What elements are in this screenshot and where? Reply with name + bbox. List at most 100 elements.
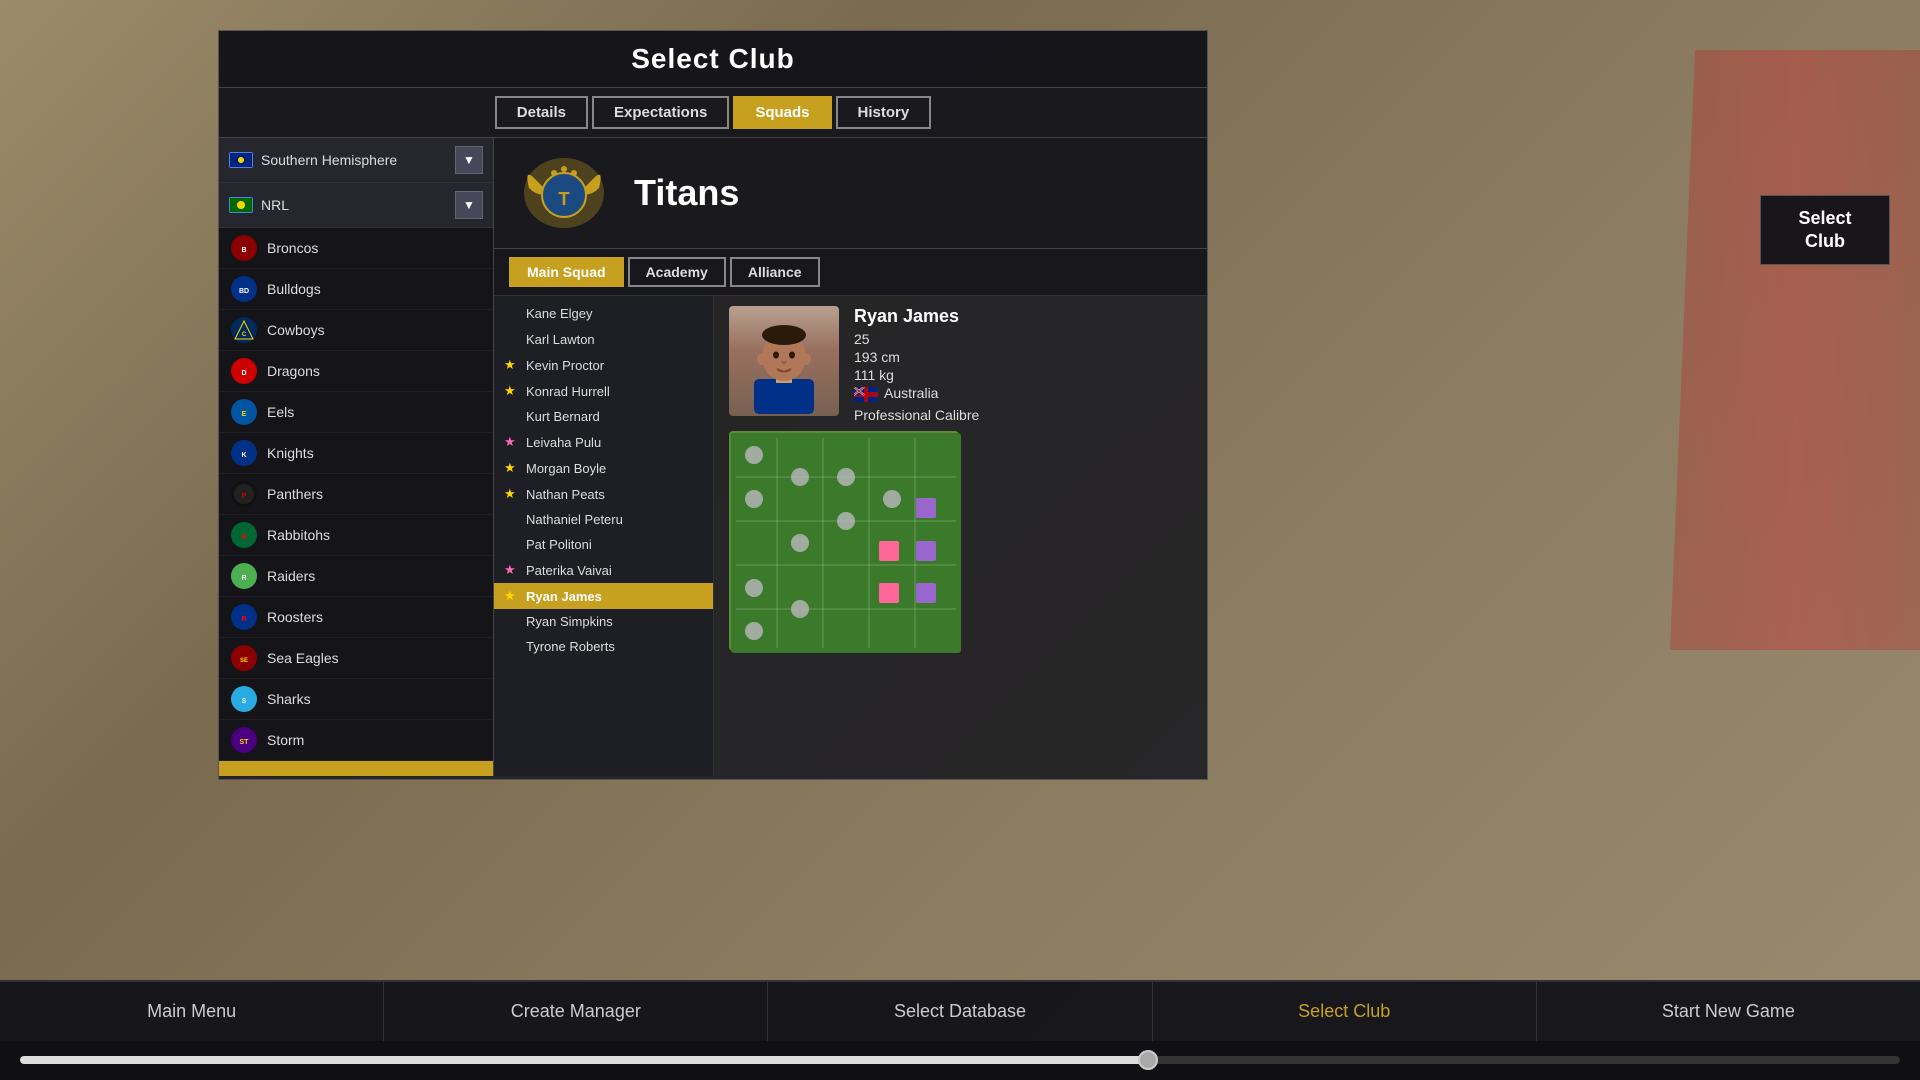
svg-text:D: D [241,370,246,377]
star-icon-0: ☆ [504,305,520,321]
tab-details[interactable]: Details [495,96,588,129]
svg-text:R: R [241,534,246,541]
team-item-dragons[interactable]: D Dragons [219,351,493,392]
select-club-label: SelectClub [1798,207,1851,254]
player-name-11: Ryan James [526,589,602,604]
tab-expectations[interactable]: Expectations [592,96,729,129]
nav-main-menu[interactable]: Main Menu [0,982,384,1041]
team-list: B Broncos BD Bulldogs C Cowboys [219,228,493,776]
selected-player-height: 193 cm [854,349,1192,365]
sub-tab-alliance[interactable]: Alliance [730,257,820,287]
star-icon-6: ★ [504,460,520,476]
sidebar: Southern Hemisphere ▼ NRL ▼ B [219,138,494,776]
player-name-6: Morgan Boyle [526,461,606,476]
player-item-paterika-vaivai[interactable]: ★ Paterika Vaivai [494,557,713,583]
team-logo-roosters: R [231,604,257,630]
player-name-8: Nathaniel Peteru [526,512,623,527]
australia-flag-icon [854,387,878,402]
nav-label-start-new-game: Start New Game [1662,1001,1795,1022]
team-logo-titans: T [231,768,257,776]
team-item-eels[interactable]: E Eels [219,392,493,433]
team-item-rabbitohs[interactable]: R Rabbitohs [219,515,493,556]
svg-text:BD: BD [239,288,249,295]
player-info: Ryan James 25 193 cm 111 kg [854,306,1192,423]
player-item-kurt-bernard[interactable]: Kurt Bernard [494,404,713,429]
progress-fill [20,1056,1148,1064]
player-item-nathaniel-peteru[interactable]: Nathaniel Peteru [494,507,713,532]
player-item-pat-politoni[interactable]: Pat Politoni [494,532,713,557]
selected-player-weight: 111 kg [854,367,1192,383]
right-panel: T Titans Main Squad Academy Alliance [494,138,1207,776]
title-bar: Select Club [219,31,1207,88]
club-header: T Titans [494,138,1207,249]
team-item-raiders[interactable]: R Raiders [219,556,493,597]
region-selector[interactable]: Southern Hemisphere ▼ [219,138,493,183]
team-name-eels: Eels [267,404,294,420]
player-item-kane-elgey[interactable]: ☆ Kane Elgey [494,300,713,326]
team-item-sharks[interactable]: S Sharks [219,679,493,720]
selected-player-calibre: Professional Calibre [854,407,1192,423]
team-name-panthers: Panthers [267,486,323,502]
svg-text:B: B [241,247,246,254]
club-logo-big: T [514,148,614,238]
player-item-ryan-simpkins[interactable]: Ryan Simpkins [494,609,713,634]
nav-select-club[interactable]: Select Club [1153,982,1537,1041]
team-name-raiders: Raiders [267,568,315,584]
team-logo-dragons: D [231,358,257,384]
player-item-konrad-hurrell[interactable]: ★ Konrad Hurrell [494,378,713,404]
player-photo [729,306,839,416]
team-item-knights[interactable]: K Knights [219,433,493,474]
league-selector[interactable]: NRL ▼ [219,183,493,228]
player-name-7: Nathan Peats [526,487,605,502]
region-dropdown-arrow[interactable]: ▼ [455,146,483,174]
sub-tab-main-squad[interactable]: Main Squad [509,257,624,287]
team-item-panthers[interactable]: P Panthers [219,474,493,515]
team-name-titans: Titans [267,773,308,776]
tabs-row: Details Expectations Squads History [219,88,1207,138]
team-logo-eels: E [231,399,257,425]
star-icon-3: ★ [504,383,520,399]
progress-thumb[interactable] [1138,1050,1158,1070]
team-item-roosters[interactable]: R Roosters [219,597,493,638]
nav-start-new-game[interactable]: Start New Game [1537,982,1920,1041]
team-logo-panthers: P [231,481,257,507]
player-item-karl-lawton[interactable]: ☆ Karl Lawton [494,326,713,352]
nav-create-manager[interactable]: Create Manager [384,982,768,1041]
team-item-sea-eagles[interactable]: SE Sea Eagles [219,638,493,679]
tab-history[interactable]: History [836,96,932,129]
team-name-sea-eagles: Sea Eagles [267,650,339,666]
sub-tab-academy[interactable]: Academy [628,257,726,287]
nav-label-create-manager: Create Manager [511,1001,641,1022]
player-item-nathan-peats[interactable]: ★ Nathan Peats [494,481,713,507]
team-item-broncos[interactable]: B Broncos [219,228,493,269]
svg-text:R: R [241,575,246,582]
sub-tabs: Main Squad Academy Alliance [494,249,1207,296]
club-title: Titans [634,172,739,214]
nav-select-database[interactable]: Select Database [768,982,1152,1041]
tab-squads[interactable]: Squads [733,96,831,129]
team-item-titans[interactable]: T Titans [219,761,493,776]
player-item-leivaha-pulu[interactable]: ★ Leivaha Pulu [494,429,713,455]
league-flag-icon [229,197,253,213]
team-logo-sea-eagles: SE [231,645,257,671]
team-item-storm[interactable]: ST Storm [219,720,493,761]
select-club-button[interactable]: SelectClub [1760,195,1890,265]
team-item-cowboys[interactable]: C Cowboys [219,310,493,351]
player-name-9: Pat Politoni [526,537,592,552]
player-name-4: Kurt Bernard [526,409,600,424]
league-dropdown-arrow[interactable]: ▼ [455,191,483,219]
player-photo-inner [729,306,839,416]
player-item-tyrone-roberts[interactable]: Tyrone Roberts [494,634,713,659]
star-icon-7: ★ [504,486,520,502]
player-item-kevin-proctor[interactable]: ★ Kevin Proctor [494,352,713,378]
player-name-5: Leivaha Pulu [526,435,601,450]
player-item-ryan-james[interactable]: ★ Ryan James [494,583,713,609]
progress-track[interactable] [20,1056,1900,1064]
team-item-bulldogs[interactable]: BD Bulldogs [219,269,493,310]
region-flag-icon [229,152,253,168]
player-item-morgan-boyle[interactable]: ★ Morgan Boyle [494,455,713,481]
page-title: Select Club [231,43,1195,75]
team-logo-knights: K [231,440,257,466]
svg-text:ST: ST [240,739,250,746]
player-name-10: Paterika Vaivai [526,563,612,578]
